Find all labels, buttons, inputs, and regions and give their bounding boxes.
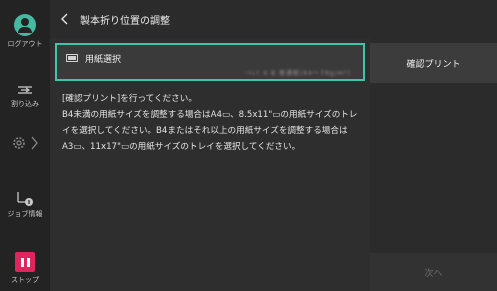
paper-tray-icon: [66, 54, 78, 62]
action-pane: 確認プリント 次へ: [370, 38, 497, 291]
job-status-icon: [17, 192, 33, 206]
settings-button[interactable]: [0, 134, 50, 152]
logout-button[interactable]: ログアウト: [0, 14, 50, 49]
interrupt-button[interactable]: 割り込み: [0, 84, 50, 109]
header: 製本折り位置の調整: [50, 0, 497, 38]
page-title: 製本折り位置の調整: [80, 15, 170, 27]
paper-select-button[interactable]: 用紙選択 ｰﾄﾚｲ 4 B 普通紙(64〜79g/m²): [55, 43, 365, 81]
interrupt-label: 割り込み: [11, 100, 39, 108]
back-button[interactable]: [50, 0, 80, 38]
paper-select-label: 用紙選択: [85, 55, 122, 65]
chevron-left-icon: [61, 13, 68, 25]
left-rail: ログアウト 割り込み ジョブ情報 ストップ: [0, 0, 50, 291]
job-status-label: ジョブ情報: [7, 210, 43, 218]
job-status-button[interactable]: ジョブ情報: [0, 190, 50, 219]
stop-button[interactable]: ストップ: [0, 252, 50, 285]
stop-label: ストップ: [11, 276, 39, 284]
logout-label: ログアウト: [7, 40, 43, 48]
confirm-print-button[interactable]: 確認プリント: [370, 43, 497, 83]
interrupt-icon: [18, 86, 32, 94]
paper-select-value: ｰﾄﾚｲ 4 B 普通紙(64〜79g/m²): [244, 70, 351, 77]
next-button[interactable]: 次へ: [370, 253, 497, 291]
pause-icon: [15, 252, 35, 272]
user-icon: [14, 14, 36, 36]
instruction-text: [確認プリント]を行ってください。 B4未満の用紙サイズを調整する場合はA4▭、…: [62, 94, 358, 152]
gear-icon: [13, 136, 38, 150]
main-panel: 用紙選択 ｰﾄﾚｲ 4 B 普通紙(64〜79g/m²) [確認プリント]を行っ…: [50, 38, 370, 291]
